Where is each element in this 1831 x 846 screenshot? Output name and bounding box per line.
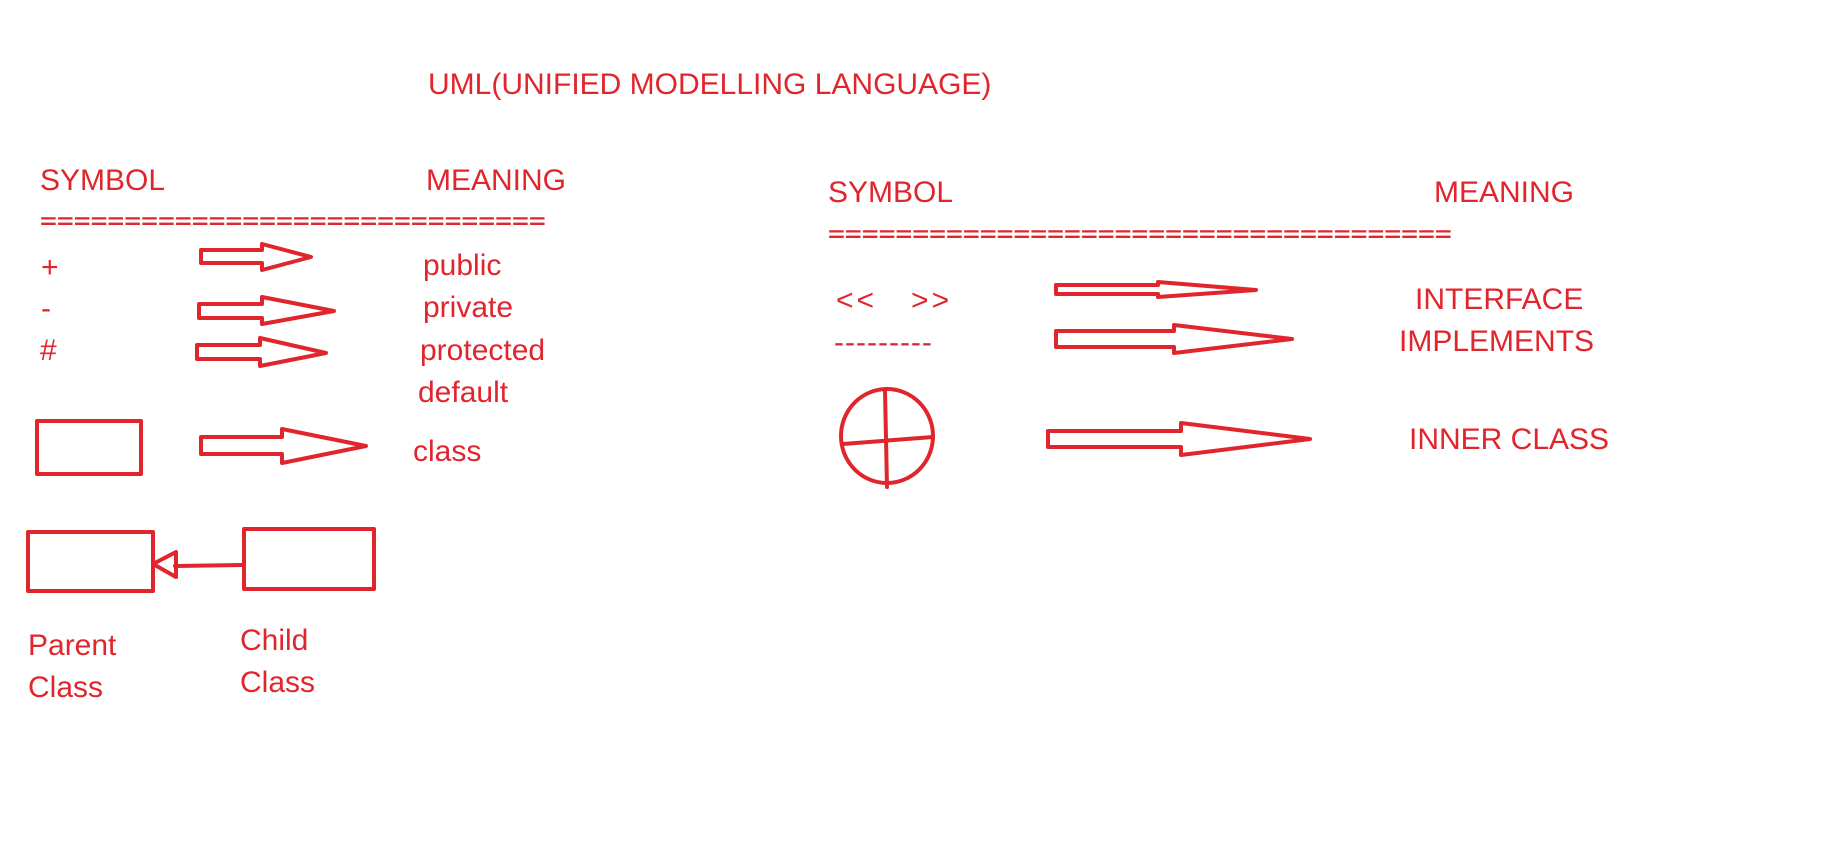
interface-arrow xyxy=(1054,280,1258,299)
implements-meaning: IMPLEMENTS xyxy=(1399,325,1595,358)
inner-class-arrow xyxy=(1046,421,1312,457)
interface-meaning: INTERFACE xyxy=(1415,283,1584,316)
public-arrow xyxy=(199,242,313,272)
protected-arrow xyxy=(195,336,328,368)
inner-class-cross-horizontal xyxy=(841,435,935,446)
class-arrow xyxy=(199,427,368,465)
default-meaning: default xyxy=(418,376,509,409)
left-meaning-header: MEANING xyxy=(426,164,567,197)
parent-label-line2: Class xyxy=(28,671,104,704)
left-separator: ============================== xyxy=(40,207,546,235)
interface-symbol: << >> xyxy=(836,284,953,317)
private-meaning: private xyxy=(423,291,514,324)
parent-label-line1: Parent xyxy=(28,629,117,662)
inheritance-triangle xyxy=(151,550,178,579)
private-arrow xyxy=(197,295,336,326)
child-label-line1: Child xyxy=(240,624,309,657)
right-symbol-header: SYMBOL xyxy=(828,176,954,209)
public-meaning: public xyxy=(423,249,502,282)
protected-symbol: # xyxy=(40,334,57,367)
class-meaning: class xyxy=(413,435,482,468)
inner-class-cross-vertical xyxy=(883,388,889,489)
child-class-box xyxy=(242,527,376,591)
inner-class-meaning: INNER CLASS xyxy=(1409,423,1610,456)
public-symbol: + xyxy=(41,251,59,284)
left-symbol-header: SYMBOL xyxy=(40,164,166,197)
inner-class-circle-icon xyxy=(839,387,935,485)
protected-meaning: protected xyxy=(420,334,546,367)
right-separator: ===================================== xyxy=(828,220,1452,248)
implements-symbol: --------- xyxy=(834,326,933,359)
child-label-line2: Class xyxy=(240,666,316,699)
parent-class-box xyxy=(26,530,155,593)
diagram-title: UML(UNIFIED MODELLING LANGUAGE) xyxy=(428,68,992,101)
implements-arrow xyxy=(1054,323,1294,355)
inheritance-line xyxy=(173,563,246,568)
private-symbol: - xyxy=(41,292,51,325)
right-meaning-header: MEANING xyxy=(1434,176,1575,209)
class-box-symbol xyxy=(35,419,143,476)
